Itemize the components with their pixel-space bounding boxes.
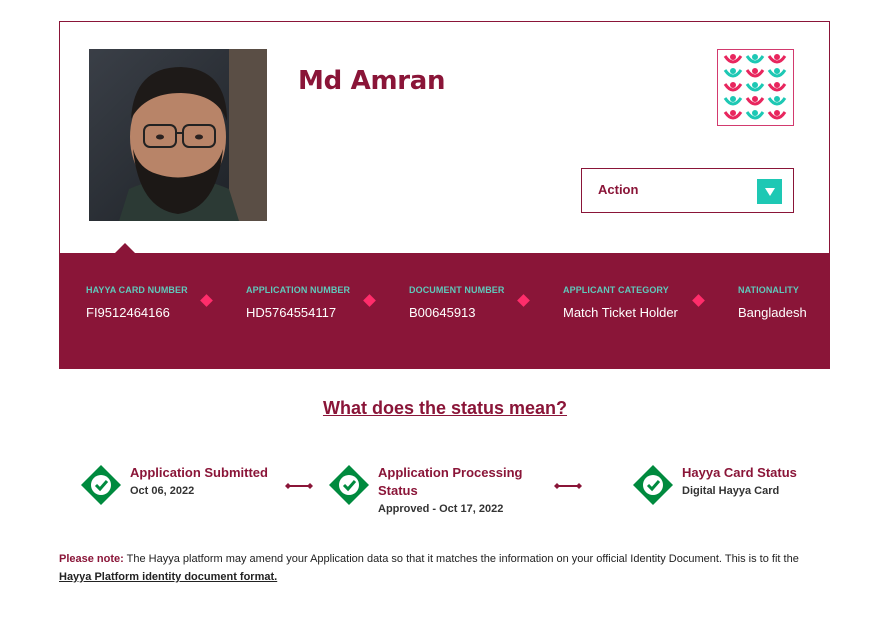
- card-details-band: HAYYA CARD NUMBER FI9512464166 APPLICATI…: [60, 253, 829, 369]
- detail-value: Match Ticket Holder: [563, 305, 678, 320]
- step-card-status-value: Digital Hayya Card: [682, 485, 780, 497]
- please-note: Please note: The Hayya platform may amen…: [59, 550, 829, 586]
- check-badge-icon: [633, 465, 673, 505]
- action-label: Action: [598, 182, 639, 197]
- identity-format-link[interactable]: Hayya Platform identity document format.: [59, 571, 277, 583]
- detail-value: HD5764554117: [246, 305, 337, 320]
- step-submitted-title: Application Submitted: [130, 465, 268, 480]
- step-card-status-title: Hayya Card Status: [682, 465, 797, 480]
- check-badge-icon: [329, 465, 369, 505]
- applicant-photo: [89, 49, 267, 221]
- detail-label: HAYYA CARD NUMBER: [86, 285, 188, 295]
- check-badge-icon: [81, 465, 121, 505]
- detail-document-number: DOCUMENT NUMBER B00645913: [409, 285, 505, 320]
- step-submitted-date: Oct 06, 2022: [130, 485, 195, 497]
- detail-nationality: NATIONALITY Bangladesh: [738, 285, 807, 320]
- detail-value: B00645913: [409, 305, 476, 320]
- detail-application-number: APPLICATION NUMBER HD5764554117: [246, 285, 350, 320]
- separator-diamond-icon: [363, 294, 376, 307]
- detail-value: Bangladesh: [738, 305, 807, 320]
- status-meaning-link[interactable]: What does the status mean?: [0, 398, 890, 419]
- detail-hayya-card-number: HAYYA CARD NUMBER FI9512464166: [86, 285, 188, 320]
- detail-label: DOCUMENT NUMBER: [409, 285, 505, 295]
- chevron-down-icon: [757, 179, 782, 204]
- note-text: The Hayya platform may amend your Applic…: [123, 553, 799, 565]
- separator-diamond-icon: [517, 294, 530, 307]
- step-processing-title: Application Processing Status: [378, 464, 522, 500]
- separator-diamond-icon: [692, 294, 705, 307]
- action-dropdown[interactable]: Action: [581, 168, 794, 213]
- note-label: Please note:: [59, 553, 124, 565]
- step-processing-title-line2: Status: [378, 483, 418, 498]
- step-processing-title-line1: Application Processing: [378, 465, 523, 480]
- hayya-logo-icon: [717, 49, 794, 126]
- detail-label: NATIONALITY: [738, 285, 799, 295]
- step-processing-status: Approved - Oct 17, 2022: [378, 503, 504, 515]
- separator-diamond-icon: [200, 294, 213, 307]
- step-connector-icon: [554, 483, 582, 489]
- applicant-name: Md Amran: [298, 66, 446, 96]
- hayya-card: Md Amran Action HAYYA CARD NUMBER FI9512…: [59, 21, 830, 369]
- detail-label: APPLICANT CATEGORY: [563, 285, 669, 295]
- detail-value: FI9512464166: [86, 305, 170, 320]
- detail-applicant-category: APPLICANT CATEGORY Match Ticket Holder: [563, 285, 678, 320]
- step-connector-icon: [285, 483, 313, 489]
- detail-label: APPLICATION NUMBER: [246, 285, 351, 295]
